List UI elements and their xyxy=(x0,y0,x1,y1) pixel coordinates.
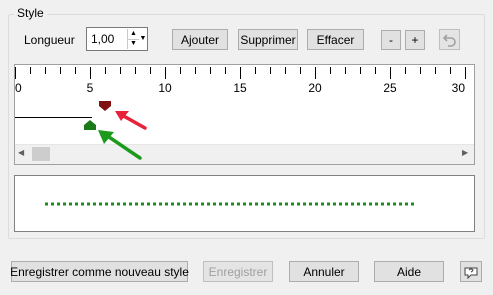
ruler-tick-label: 0 xyxy=(15,81,22,95)
scroll-thumb[interactable] xyxy=(32,147,50,161)
ruler[interactable]: 0 5 10 15 20 25 30 xyxy=(15,65,474,145)
ruler-tick-label: 25 xyxy=(383,81,397,95)
undo-icon xyxy=(442,33,456,47)
help-button[interactable]: Aide xyxy=(374,261,444,282)
ruler-tick-label: 20 xyxy=(308,81,322,95)
length-spinner[interactable]: 1,00 ▲ ▼ ▼ xyxy=(86,27,148,51)
decrease-button[interactable]: - xyxy=(381,30,401,50)
ruler-tick-label: 5 xyxy=(87,81,94,95)
preview-line xyxy=(45,202,417,206)
green-arrow xyxy=(98,130,142,160)
green-arrow-shaft xyxy=(104,133,142,160)
dash-end-marker xyxy=(99,101,111,111)
length-label: Longueur xyxy=(24,33,75,47)
length-spin-arrows: ▲ ▼ xyxy=(127,29,139,49)
ruler-tick-label: 30 xyxy=(452,81,466,95)
dropdown-arrow-icon[interactable]: ▼ xyxy=(139,34,147,44)
undo-button[interactable] xyxy=(439,29,460,50)
increase-button[interactable]: + xyxy=(405,30,425,50)
add-button[interactable]: Ajouter xyxy=(172,29,228,50)
save-as-new-style-button[interactable]: Enregistrer comme nouveau style xyxy=(10,261,189,282)
clear-button[interactable]: Effacer xyxy=(307,29,364,50)
scroll-right-icon[interactable]: ▶ xyxy=(462,148,468,157)
context-help-icon xyxy=(464,267,478,279)
length-value[interactable]: 1,00 xyxy=(91,32,114,46)
context-help-button[interactable] xyxy=(460,261,482,282)
spin-down-icon[interactable]: ▼ xyxy=(128,39,139,49)
style-group-title: Style xyxy=(14,6,47,20)
scroll-left-icon[interactable]: ◀ xyxy=(18,148,24,157)
ruler-tick-label: 10 xyxy=(158,81,172,95)
horizontal-scrollbar[interactable] xyxy=(15,144,474,164)
ruler-tick-label: 15 xyxy=(233,81,247,95)
delete-button[interactable]: Supprimer xyxy=(238,29,298,50)
cancel-button[interactable]: Annuler xyxy=(289,261,359,282)
line-preview xyxy=(14,175,475,232)
save-button[interactable]: Enregistrer xyxy=(203,261,273,282)
